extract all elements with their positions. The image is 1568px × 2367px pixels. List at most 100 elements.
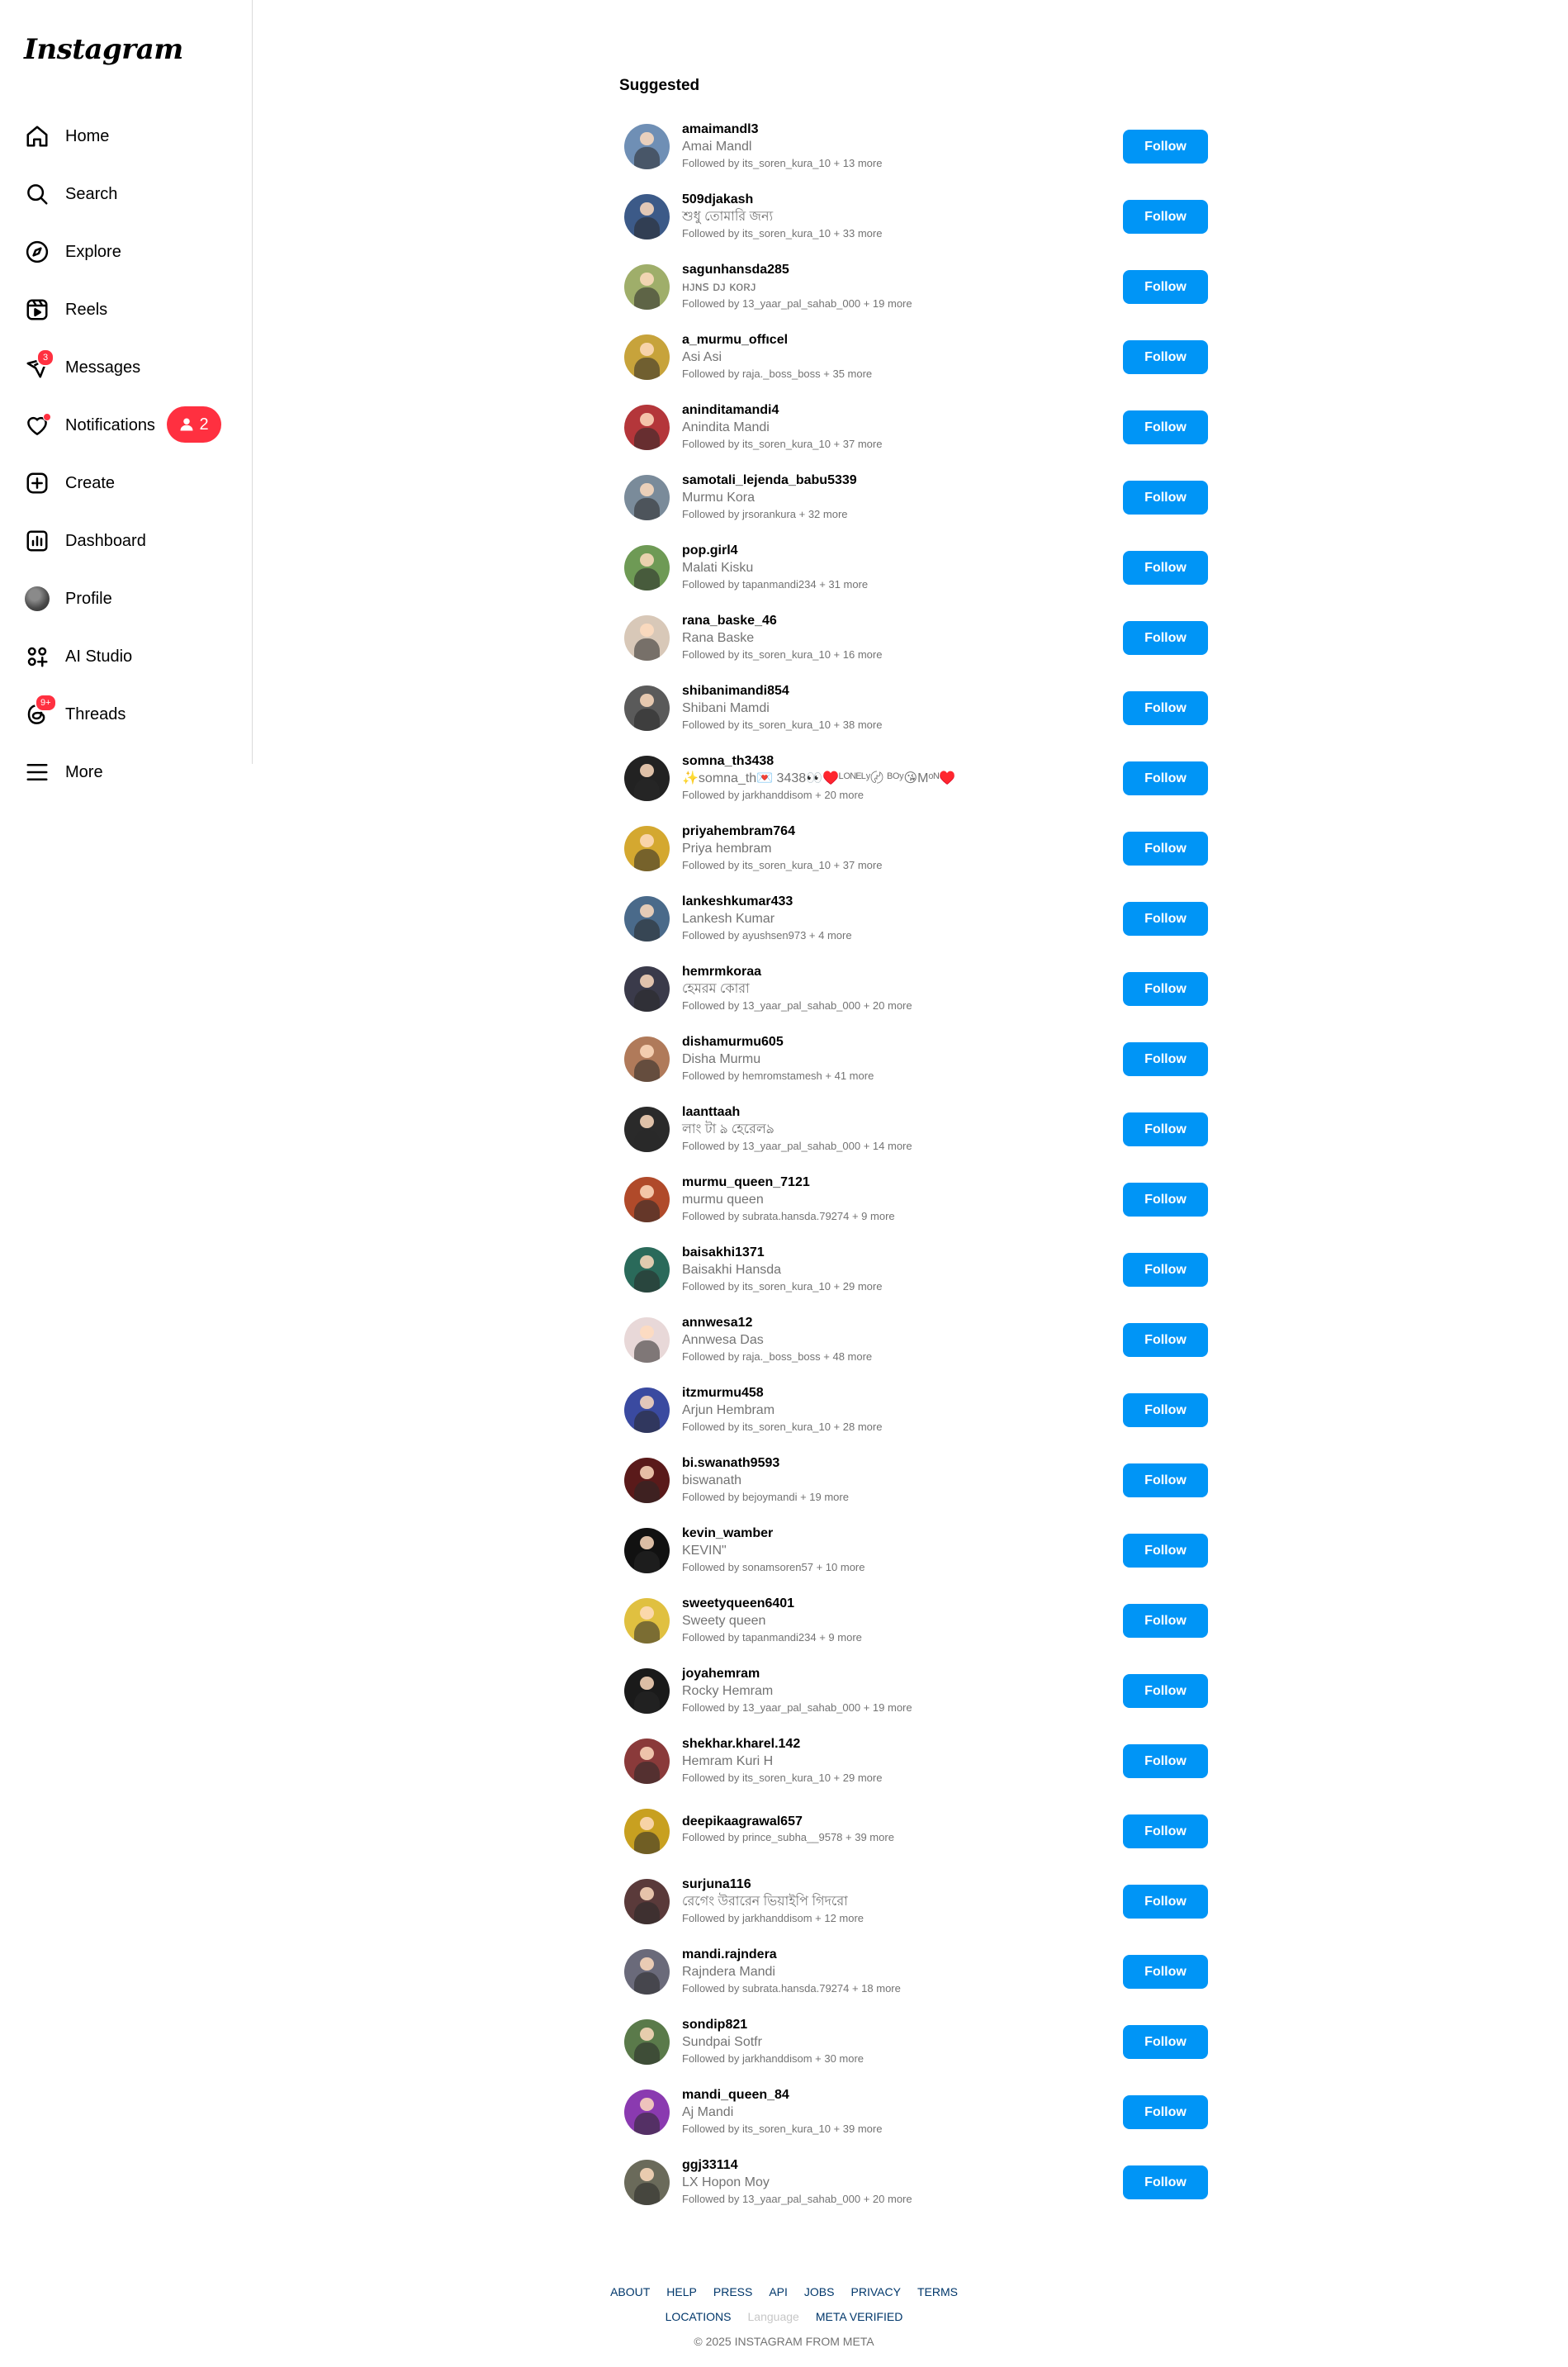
username-link[interactable]: baisakhi1371 [682,1245,882,1261]
sidebar-item-reels[interactable]: Reels [0,281,253,339]
username-link[interactable]: shibanimandi854 [682,683,882,700]
username-link[interactable]: surjuna116 [682,1876,864,1893]
username-link[interactable]: laanttaah [682,1104,912,1121]
follow-button[interactable]: Follow [1123,1042,1208,1076]
follow-button[interactable]: Follow [1123,1744,1208,1778]
follow-button[interactable]: Follow [1123,1253,1208,1287]
avatar[interactable] [624,1879,670,1924]
username-link[interactable]: priyahembram764 [682,823,882,840]
username-link[interactable]: joyahemram [682,1666,912,1682]
avatar[interactable] [624,334,670,380]
username-link[interactable]: shekhar.kharel.142 [682,1736,882,1753]
avatar[interactable] [624,1177,670,1222]
avatar[interactable] [624,194,670,240]
avatar[interactable] [624,2019,670,2065]
follow-button[interactable]: Follow [1123,1112,1208,1146]
sidebar-item-notifications[interactable]: Notifications 2 [0,396,253,454]
username-link[interactable]: deepikaagrawal657 [682,1814,894,1830]
footer-link[interactable]: API [769,2279,788,2304]
instagram-logo[interactable]: Instagram [24,33,183,66]
avatar[interactable] [624,826,670,871]
username-link[interactable]: hemrmkoraa [682,964,912,980]
follow-button[interactable]: Follow [1123,832,1208,866]
username-link[interactable]: somna_th3438 [682,753,955,770]
sidebar-item-home[interactable]: Home [0,107,253,165]
username-link[interactable]: pop.girl4 [682,543,868,559]
follow-button[interactable]: Follow [1123,410,1208,444]
follow-button[interactable]: Follow [1123,270,1208,304]
avatar[interactable] [624,1598,670,1644]
footer-link[interactable]: JOBS [804,2279,835,2304]
follow-button[interactable]: Follow [1123,1323,1208,1357]
avatar[interactable] [624,2090,670,2135]
follow-button[interactable]: Follow [1123,1534,1208,1568]
username-link[interactable]: mandi_queen_84 [682,2087,882,2104]
avatar[interactable] [624,1387,670,1433]
footer-link[interactable]: ABOUT [610,2279,650,2304]
avatar[interactable] [624,1036,670,1082]
follow-button[interactable]: Follow [1123,621,1208,655]
follow-button[interactable]: Follow [1123,2165,1208,2199]
username-link[interactable]: kevin_wamber [682,1525,865,1542]
notification-count-pill[interactable]: 2 [167,406,221,443]
follow-button[interactable]: Follow [1123,1463,1208,1497]
follow-button[interactable]: Follow [1123,2095,1208,2129]
avatar[interactable] [624,264,670,310]
username-link[interactable]: mandi.rajndera [682,1947,901,1963]
avatar[interactable] [624,685,670,731]
footer-link[interactable]: PRESS [713,2279,752,2304]
username-link[interactable]: bi.swanath9593 [682,1455,849,1472]
username-link[interactable]: murmu_queen_7121 [682,1174,895,1191]
avatar[interactable] [624,545,670,591]
avatar[interactable] [624,896,670,942]
follow-button[interactable]: Follow [1123,200,1208,234]
follow-button[interactable]: Follow [1123,1604,1208,1638]
username-link[interactable]: lankeshkumar433 [682,894,852,910]
follow-button[interactable]: Follow [1123,1674,1208,1708]
follow-button[interactable]: Follow [1123,551,1208,585]
username-link[interactable]: aninditamandi4 [682,402,882,419]
username-link[interactable]: sondip821 [682,2017,864,2033]
username-link[interactable]: ggj33114 [682,2157,912,2174]
sidebar-item-search[interactable]: Search [0,165,253,223]
avatar[interactable] [624,1247,670,1293]
language-select[interactable]: Language [748,2304,799,2329]
follow-button[interactable]: Follow [1123,1885,1208,1919]
avatar[interactable] [624,1809,670,1854]
follow-button[interactable]: Follow [1123,130,1208,164]
follow-button[interactable]: Follow [1123,972,1208,1006]
avatar[interactable] [624,1949,670,1995]
follow-button[interactable]: Follow [1123,2025,1208,2059]
footer-link[interactable]: HELP [666,2279,697,2304]
avatar[interactable] [624,756,670,801]
avatar[interactable] [624,405,670,450]
footer-link[interactable]: TERMS [917,2279,958,2304]
avatar[interactable] [624,966,670,1012]
username-link[interactable]: samotali_lejenda_babu5339 [682,472,857,489]
follow-button[interactable]: Follow [1123,761,1208,795]
avatar[interactable] [624,615,670,661]
sidebar-item-messages[interactable]: 3 Messages [0,339,253,396]
footer-link[interactable]: META VERIFIED [816,2304,903,2329]
username-link[interactable]: dishamurmu605 [682,1034,874,1051]
sidebar-item-explore[interactable]: Explore [0,223,253,281]
follow-button[interactable]: Follow [1123,1393,1208,1427]
username-link[interactable]: a_murmu_offıcel [682,332,872,349]
avatar[interactable] [624,1458,670,1503]
sidebar-item-ai-studio[interactable]: AI Studio [0,628,253,685]
follow-button[interactable]: Follow [1123,340,1208,374]
avatar[interactable] [624,1317,670,1363]
follow-button[interactable]: Follow [1123,902,1208,936]
footer-link[interactable]: PRIVACY [851,2279,901,2304]
username-link[interactable]: itzmurmu458 [682,1385,882,1402]
username-link[interactable]: rana_baske_46 [682,613,882,629]
avatar[interactable] [624,1107,670,1152]
username-link[interactable]: annwesa12 [682,1315,872,1331]
username-link[interactable]: 509djakash [682,192,882,208]
follow-button[interactable]: Follow [1123,691,1208,725]
sidebar-item-dashboard[interactable]: Dashboard [0,512,253,570]
avatar[interactable] [624,1668,670,1714]
avatar[interactable] [624,124,670,169]
follow-button[interactable]: Follow [1123,481,1208,515]
follow-button[interactable]: Follow [1123,1955,1208,1989]
